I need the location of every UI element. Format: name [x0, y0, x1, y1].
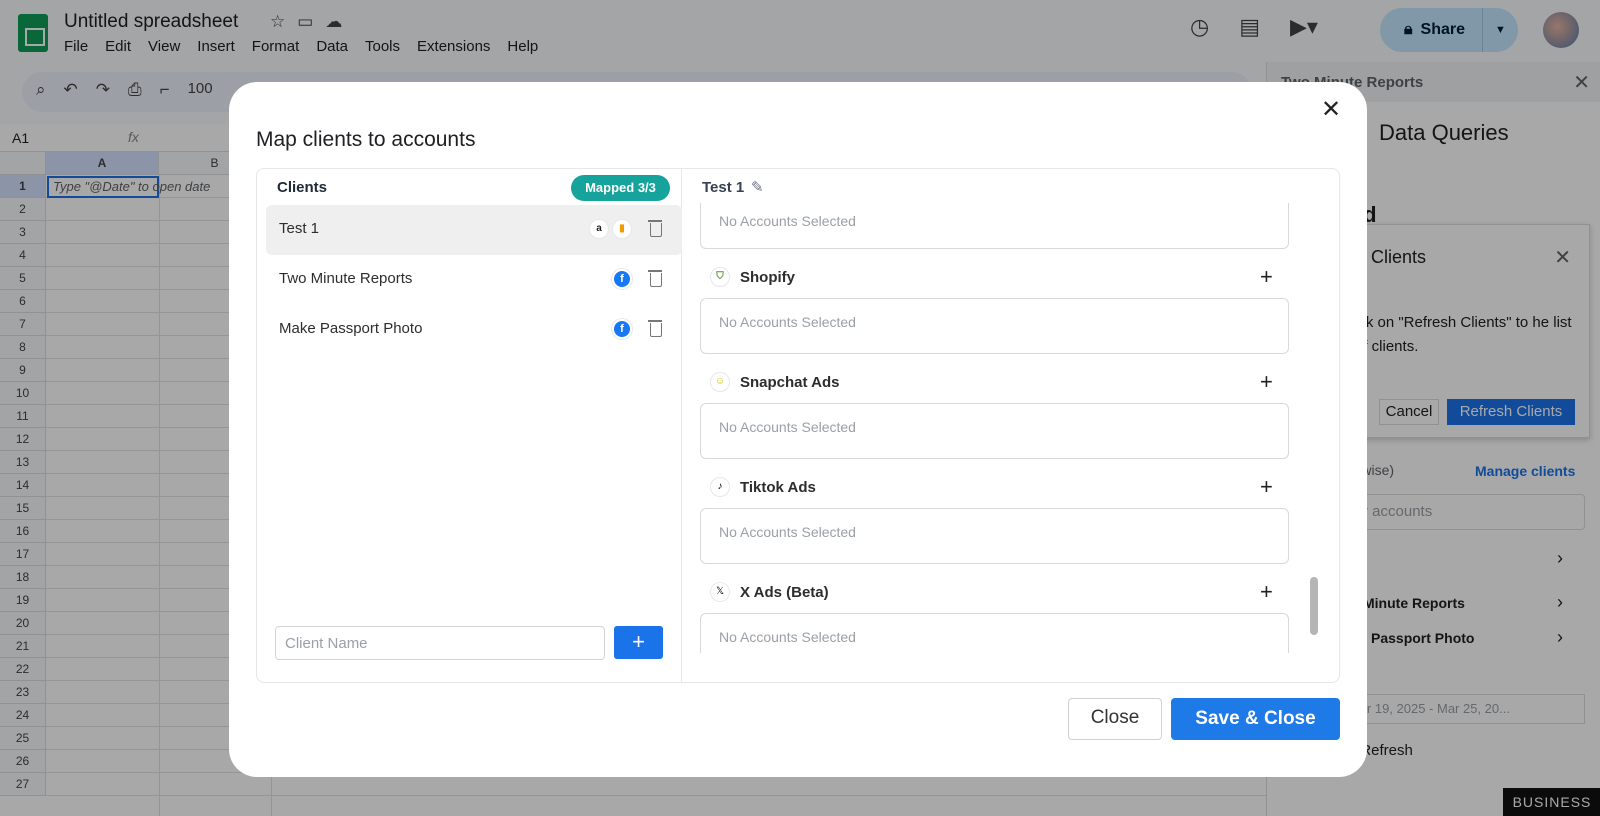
accounts-box[interactable]: No Accounts Selected — [700, 203, 1289, 249]
client-row[interactable]: Test 1 a ▮ — [266, 205, 682, 255]
tiktok-icon: ♪ — [710, 477, 730, 497]
facebook-icon: f — [612, 319, 632, 339]
scrollbar[interactable] — [1310, 577, 1318, 635]
clients-pane: Clients Mapped 3/3 Test 1 a ▮ Two Minute… — [257, 169, 682, 682]
accounts-box[interactable]: No Accounts Selected — [700, 403, 1289, 459]
add-client-button[interactable]: + — [614, 626, 663, 659]
client-name: Test 1 — [279, 220, 320, 237]
x-icon: 𝕏 — [710, 582, 730, 602]
platform-name: Tiktok Ads — [740, 479, 816, 496]
snapchat-icon: ☺ — [710, 372, 730, 392]
add-account-icon[interactable]: + — [1260, 476, 1273, 498]
close-icon[interactable]: ✕ — [1317, 96, 1345, 124]
client-name: Make Passport Photo — [279, 320, 423, 337]
client-row[interactable]: Make Passport Photo f — [266, 305, 682, 355]
add-account-icon[interactable]: + — [1260, 581, 1273, 603]
platform-name: Snapchat Ads — [740, 374, 840, 391]
platform-name: Shopify — [740, 269, 795, 286]
edit-icon[interactable]: ✎ — [751, 178, 764, 196]
trash-icon[interactable] — [647, 219, 663, 237]
accounts-scroll-area[interactable]: No Accounts Selected ⛉ Shopify + No Acco… — [683, 203, 1339, 653]
add-account-icon[interactable]: + — [1260, 266, 1273, 288]
modal-title: Map clients to accounts — [256, 128, 476, 151]
client-name: Two Minute Reports — [279, 270, 413, 287]
close-button[interactable]: Close — [1068, 698, 1162, 740]
map-clients-modal: ✕ Map clients to accounts Clients Mapped… — [229, 82, 1367, 777]
analytics-icon: ▮ — [612, 219, 632, 239]
client-row[interactable]: Two Minute Reports f — [266, 255, 682, 305]
mapped-badge: Mapped 3/3 — [571, 175, 670, 201]
accounts-box[interactable]: No Accounts Selected — [700, 508, 1289, 564]
selected-client-title: Test 1 — [702, 179, 745, 196]
accounts-box[interactable]: No Accounts Selected — [700, 613, 1289, 653]
accounts-pane: Test 1 ✎ No Accounts Selected ⛉ Shopify … — [683, 169, 1339, 682]
trash-icon[interactable] — [647, 319, 663, 337]
save-and-close-button[interactable]: Save & Close — [1171, 698, 1340, 740]
mapping-panel: Clients Mapped 3/3 Test 1 a ▮ Two Minute… — [256, 168, 1340, 683]
accounts-box[interactable]: No Accounts Selected — [700, 298, 1289, 354]
platform-name: X Ads (Beta) — [740, 584, 829, 601]
trash-icon[interactable] — [647, 269, 663, 287]
shopify-icon: ⛉ — [710, 267, 730, 287]
client-name-input[interactable] — [275, 626, 605, 660]
facebook-icon: f — [612, 269, 632, 289]
clients-label: Clients — [277, 179, 328, 196]
add-account-icon[interactable]: + — [1260, 371, 1273, 393]
amazon-icon: a — [589, 219, 609, 239]
